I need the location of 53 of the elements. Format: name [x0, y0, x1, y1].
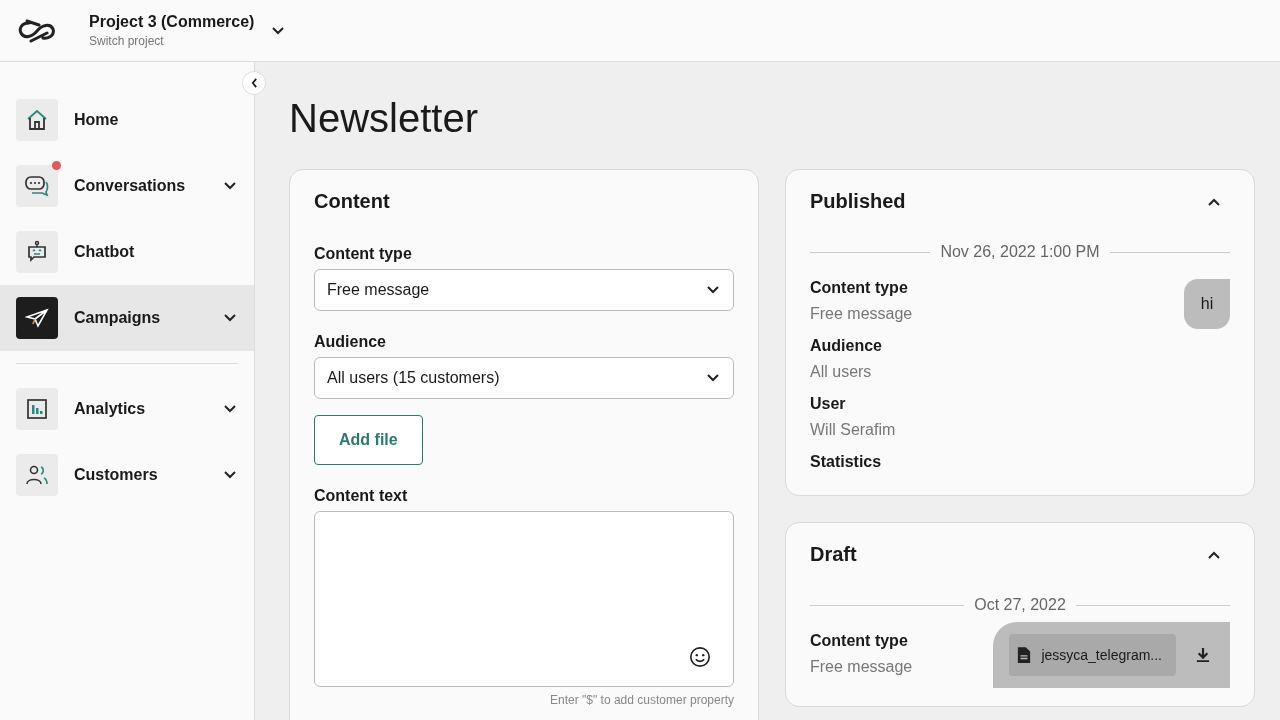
- chevron-up-icon[interactable]: [1208, 197, 1220, 206]
- date-label: Oct 27, 2022: [974, 596, 1066, 614]
- card-title: Draft: [810, 543, 857, 566]
- bar-chart-icon: [25, 397, 49, 421]
- sidebar-item[interactable]: Analytics: [0, 376, 254, 442]
- select-field[interactable]: All users (15 customers): [314, 357, 734, 399]
- chevron-up-icon[interactable]: [1208, 550, 1220, 559]
- helper-text: Enter "$" to add customer property: [549, 693, 734, 707]
- field-label: Content text: [314, 487, 409, 505]
- file-attachment[interactable]: jessyca_telegram...: [1009, 634, 1176, 676]
- collapse-button[interactable]: [242, 71, 266, 95]
- chevron-down-icon[interactable]: [224, 182, 236, 190]
- sidebar-item[interactable]: Campaigns: [0, 285, 254, 351]
- add-file-button[interactable]: Add file: [314, 415, 423, 465]
- date-label: Nov 26, 2022 1:00 PM: [940, 243, 1100, 261]
- chevron-down-icon: [707, 286, 719, 294]
- chevron-down-icon[interactable]: [224, 314, 236, 322]
- sidebar-item[interactable]: Customers: [0, 442, 254, 508]
- content-text-field[interactable]: [314, 511, 734, 687]
- chevron-down-icon[interactable]: [224, 405, 236, 413]
- detail-value: Free message: [810, 305, 913, 323]
- chevron-down-icon[interactable]: [224, 471, 236, 479]
- detail-label: Content type: [810, 279, 909, 297]
- page-title: Newsletter: [289, 96, 479, 141]
- card-title: Published: [810, 190, 906, 213]
- people-icon: [25, 463, 49, 487]
- logo-icon[interactable]: [17, 18, 57, 43]
- project-switcher[interactable]: Project 3 (Commerce) Switch project: [89, 13, 255, 48]
- chevron-left-icon: [250, 78, 258, 88]
- detail-value: Free message: [810, 658, 913, 676]
- detail-label: User: [810, 395, 847, 413]
- select-field[interactable]: Free message: [314, 269, 734, 311]
- chevron-down-icon[interactable]: [272, 26, 285, 35]
- detail-label: Audience: [810, 337, 883, 355]
- robot-icon: [25, 240, 49, 264]
- house-icon: [25, 108, 49, 132]
- chat-bubbles-icon: [24, 174, 50, 198]
- detail-label: Statistics: [810, 453, 883, 471]
- smiley-icon[interactable]: [689, 646, 711, 668]
- sidebar-item[interactable]: Conversations: [0, 153, 254, 219]
- download-icon[interactable]: [1196, 647, 1210, 663]
- message-bubble: hi: [1184, 279, 1230, 329]
- sidebar-item[interactable]: Home: [0, 87, 254, 153]
- sidebar-item[interactable]: Chatbot: [0, 219, 254, 285]
- field-label: Content type: [314, 245, 413, 263]
- card-title: Content: [314, 190, 391, 213]
- chevron-down-icon: [707, 374, 719, 382]
- paper-plane-icon: [25, 306, 49, 330]
- detail-value: All users: [810, 363, 873, 381]
- detail-label: Content type: [810, 632, 909, 650]
- detail-value: Will Serafim: [810, 421, 897, 439]
- field-label: Audience: [314, 333, 387, 351]
- document-icon: [1017, 646, 1032, 664]
